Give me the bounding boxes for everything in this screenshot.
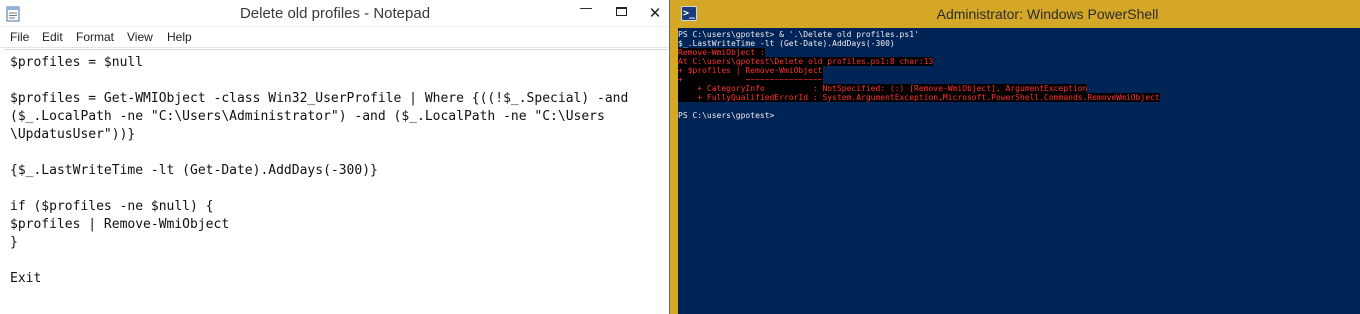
console-line: $_.LastWriteTime -lt (Get-Date).AddDays(… xyxy=(678,39,895,48)
console-error-line: Remove-WmiObject : xyxy=(678,48,765,57)
notepad-menubar: File Edit Format View Help xyxy=(0,28,669,48)
maximize-icon[interactable] xyxy=(610,5,634,23)
powershell-frame xyxy=(670,28,678,314)
menu-help[interactable]: Help xyxy=(167,30,192,44)
minimize-icon[interactable]: — xyxy=(574,2,598,24)
console-line: PS C:\users\gpotest> & '.\Delete old pro… xyxy=(678,30,919,39)
console-line: PS C:\users\gpotest> xyxy=(678,111,775,120)
console-error-line: + $profiles | Remove-WmiObject xyxy=(678,66,823,75)
script-text[interactable]: $profiles = $null $profiles = Get-WMIObj… xyxy=(10,54,655,288)
powershell-title: Administrator: Windows PowerShell xyxy=(936,6,1159,22)
powershell-window: >_ Administrator: Windows PowerShell PS … xyxy=(670,0,1360,314)
menu-format[interactable]: Format xyxy=(76,30,114,44)
menu-view[interactable]: View xyxy=(127,30,153,44)
console-error-line: + CategoryInfo : NotSpecified: (:) [Remo… xyxy=(678,84,1088,93)
menu-file[interactable]: File xyxy=(10,30,29,44)
notepad-title: Delete old profiles - Notepad xyxy=(239,5,431,22)
close-icon[interactable]: ✕ xyxy=(644,3,666,23)
notepad-editor[interactable]: $profiles = $null $profiles = Get-WMIObj… xyxy=(4,49,667,314)
console-output: PS C:\users\gpotest> & '.\Delete old pro… xyxy=(678,30,1360,120)
notepad-window: Delete old profiles - Notepad — ✕ File E… xyxy=(0,0,670,314)
console-error-line: + FullyQualifiedErrorId : System.Argumen… xyxy=(678,93,1160,102)
powershell-console[interactable]: PS C:\users\gpotest> & '.\Delete old pro… xyxy=(678,28,1360,314)
menu-edit[interactable]: Edit xyxy=(42,30,63,44)
console-error-line: + ~~~~~~~~~~~~~~~~ xyxy=(678,75,823,84)
console-error-line: At C:\users\gpotest\Delete old profiles.… xyxy=(678,57,934,66)
powershell-titlebar[interactable]: >_ Administrator: Windows PowerShell xyxy=(670,0,1360,28)
notepad-titlebar[interactable]: Delete old profiles - Notepad — ✕ xyxy=(0,0,669,27)
powershell-icon: >_ xyxy=(681,6,697,21)
notepad-icon xyxy=(6,6,20,22)
